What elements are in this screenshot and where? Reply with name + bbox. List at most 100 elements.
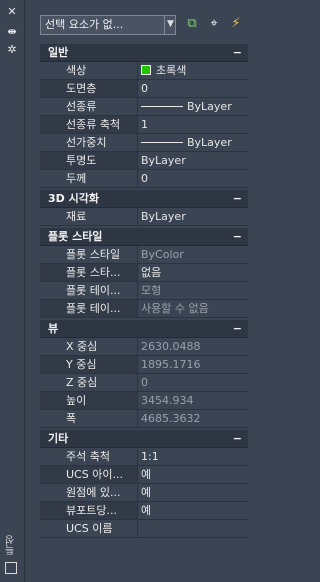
property-value[interactable]: 0 [140, 80, 249, 97]
section-header[interactable]: 일반 − [40, 44, 248, 62]
chevron-down-icon[interactable]: ▼ [164, 15, 176, 35]
property-value: 사용할 수 없음 [140, 300, 249, 317]
property-value[interactable]: 1 [140, 116, 249, 133]
property-label: 플롯 테이... [40, 300, 138, 317]
property-row[interactable]: 뷰포트당... 예 [40, 502, 248, 520]
property-label: 폭 [40, 410, 138, 427]
section-header[interactable]: 뷰 − [40, 320, 248, 338]
property-row[interactable]: 플롯 테이... 모형 [40, 282, 248, 300]
property-value-text: 예 [141, 468, 152, 481]
property-label: Y 중심 [40, 356, 138, 373]
property-value: 4685.3632 [140, 410, 249, 427]
property-row[interactable]: 두께 0 [40, 170, 248, 188]
property-label: 도면층 [40, 80, 138, 97]
property-row[interactable]: UCS 아이... 예 [40, 466, 248, 484]
property-value: 0 [140, 374, 249, 391]
property-row[interactable]: 폭 4685.3632 [40, 410, 248, 428]
collapse-icon[interactable]: − [233, 44, 242, 62]
property-value-text: 4685.3632 [141, 412, 201, 425]
property-value-text: 0 [141, 172, 148, 185]
property-label: 높이 [40, 392, 138, 409]
line-sample [141, 142, 183, 143]
property-label: 플롯 스타일 [40, 246, 138, 263]
auto-hide-icon[interactable]: ⇹ [6, 26, 18, 38]
property-row[interactable]: 플롯 스타... 없음 [40, 264, 248, 282]
property-label: 주석 축척 [40, 448, 138, 465]
property-row[interactable]: X 중심 2630.0488 [40, 338, 248, 356]
property-value[interactable]: ByLayer [140, 98, 249, 115]
property-value-text: 예 [141, 486, 152, 499]
property-value-text: ByColor [141, 248, 184, 261]
property-row[interactable]: 플롯 테이... 사용할 수 없음 [40, 300, 248, 318]
quick-select-icon[interactable]: ⚡ [228, 16, 244, 32]
property-value[interactable]: ByLayer [140, 208, 249, 225]
property-value-text: ByLayer [141, 210, 186, 223]
property-row[interactable]: 선종류 축척 1 [40, 116, 248, 134]
palette-title: 특성 [6, 535, 17, 555]
collapse-icon[interactable]: − [233, 228, 242, 246]
property-label: 플롯 스타... [40, 264, 138, 281]
property-value: 2630.0488 [140, 338, 249, 355]
section-title: 일반 [48, 46, 69, 59]
toggle-pickadd-icon[interactable]: ⧉ [184, 16, 200, 32]
property-value[interactable]: 0 [140, 170, 249, 187]
collapse-icon[interactable]: − [233, 430, 242, 448]
property-row[interactable]: 높이 3454.934 [40, 392, 248, 410]
property-row[interactable]: 선가중치 ByLayer [40, 134, 248, 152]
selection-dropdown[interactable]: 선택 요소가 없... [40, 15, 176, 35]
property-value-text: 초록색 [156, 64, 187, 77]
property-label: 뷰포트당... [40, 502, 138, 519]
property-value[interactable]: 1:1 [140, 448, 249, 465]
property-label: 투명도 [40, 152, 138, 169]
collapse-icon[interactable]: − [233, 320, 242, 338]
property-row[interactable]: 색상 초록색 [40, 62, 248, 80]
property-value[interactable] [140, 520, 249, 537]
property-value[interactable]: ByLayer [140, 152, 249, 169]
color-swatch [141, 65, 151, 75]
property-row[interactable]: 재료 ByLayer [40, 208, 248, 226]
section-title: 3D 시각화 [48, 192, 99, 205]
property-value: 모형 [140, 282, 249, 299]
property-value-text: 사용할 수 없음 [141, 302, 209, 315]
property-value[interactable]: 초록색 [140, 62, 249, 79]
property-label: UCS 이름 [40, 520, 138, 537]
property-label: UCS 아이... [40, 466, 138, 483]
property-row[interactable]: 주석 축척 1:1 [40, 448, 248, 466]
property-value-text: 1895.1716 [141, 358, 201, 371]
property-row[interactable]: 도면층 0 [40, 80, 248, 98]
select-objects-icon[interactable]: ⌖ [206, 16, 222, 32]
property-value-text: 0 [141, 82, 148, 95]
property-value-text: 3454.934 [141, 394, 194, 407]
property-value[interactable]: ByLayer [140, 134, 249, 151]
property-row[interactable]: UCS 이름 [40, 520, 248, 538]
property-row[interactable]: Y 중심 1895.1716 [40, 356, 248, 374]
collapse-icon[interactable]: − [233, 190, 242, 208]
property-row[interactable]: Z 중심 0 [40, 374, 248, 392]
section-header[interactable]: 3D 시각화 − [40, 190, 248, 208]
property-value-text: 모형 [141, 284, 162, 297]
section-header[interactable]: 기타 − [40, 430, 248, 448]
property-row[interactable]: 투명도 ByLayer [40, 152, 248, 170]
property-row[interactable]: 플롯 스타일 ByColor [40, 246, 248, 264]
property-value-text: ByLayer [187, 100, 232, 113]
property-value[interactable]: 없음 [140, 264, 249, 281]
property-label: X 중심 [40, 338, 138, 355]
property-value[interactable]: 예 [140, 484, 249, 501]
property-row[interactable]: 원점에 있... 예 [40, 484, 248, 502]
property-value[interactable]: 예 [140, 502, 249, 519]
property-label: 플롯 테이... [40, 282, 138, 299]
property-value[interactable]: 예 [140, 466, 249, 483]
property-value-text: 1:1 [141, 450, 159, 463]
property-grid: 일반 − 색상 초록색 도면층 0 선종류 ByLayer 선종류 축척 1 선가중치 ByLayer… [40, 42, 248, 538]
property-value: 3454.934 [140, 392, 249, 409]
section-title: 플롯 스타일 [48, 230, 103, 243]
section-title: 뷰 [48, 322, 59, 335]
properties-settings-icon[interactable]: ✲ [6, 44, 18, 56]
close-icon[interactable]: ✕ [6, 6, 18, 18]
property-row[interactable]: 선종류 ByLayer [40, 98, 248, 116]
property-label: Z 중심 [40, 374, 138, 391]
property-value-text: ByLayer [141, 154, 186, 167]
property-label: 선가중치 [40, 134, 138, 151]
section-header[interactable]: 플롯 스타일 − [40, 228, 248, 246]
properties-panel: 선택 요소가 없... ▼ ⧉ ⌖ ⚡ 일반 − 색상 초록색 도면층 0 선종류 ByLay… [26, 0, 255, 582]
